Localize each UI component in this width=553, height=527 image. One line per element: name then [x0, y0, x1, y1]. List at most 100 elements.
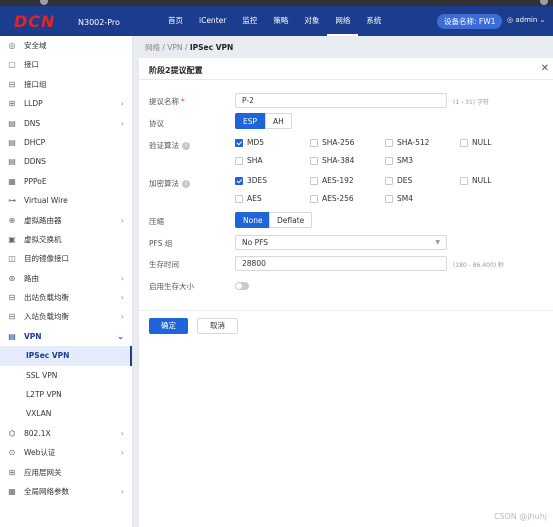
checkbox-box	[385, 157, 393, 165]
compression-deflate-button[interactable]: Deflate	[269, 212, 313, 228]
sidebar-item[interactable]: ⊕ 虚拟路由器 ›	[0, 211, 132, 230]
sidebar-item[interactable]: ⊟ 入站负载均衡 ›	[0, 307, 132, 326]
brand-logo: DCN	[14, 12, 56, 31]
sidebar-item-label: SSL VPN	[26, 370, 58, 380]
checkbox-label: AES	[247, 194, 262, 203]
sidebar-item[interactable]: ⊛ 路由 ›	[0, 269, 132, 288]
lldp-icon: ⊞	[8, 99, 16, 109]
algorithm-checkbox[interactable]: MD5	[235, 138, 264, 148]
lifetime-input[interactable]: 28800	[235, 256, 447, 271]
sidebar-item[interactable]: ◫ 目的镜像接口	[0, 249, 132, 268]
sidebar-item[interactable]: ▤ DNS ›	[0, 114, 132, 133]
info-icon[interactable]: i	[182, 142, 190, 150]
sidebar-item[interactable]: ▦ 全局网络参数 ›	[0, 482, 132, 501]
main-nav: 首页 iCenter 监控 策略 对象 网络 系统	[160, 6, 389, 36]
algorithm-checkbox[interactable]: SHA-256	[310, 138, 354, 148]
sidebar-item[interactable]: ⌬ 802.1X ›	[0, 424, 132, 443]
protocol-ah-button[interactable]: AH	[265, 113, 292, 129]
route-icon: ⊛	[8, 273, 16, 283]
nav-item[interactable]: 系统	[358, 6, 389, 36]
chevron-down-icon: ⌄	[117, 331, 124, 341]
checkbox-label: SM3	[397, 156, 414, 165]
sidebar-item[interactable]: ⊞ LLDP ›	[0, 94, 132, 113]
breadcrumb-path[interactable]: 网络 / VPN /	[145, 43, 190, 52]
top-nav-bar: DCN N3002-Pro 首页 iCenter 监控 策略 对象 网络 系统 设备名称: …	[0, 6, 553, 36]
lifesize-toggle[interactable]	[235, 282, 249, 290]
sidebar-item[interactable]: ▢ 接口	[0, 55, 132, 74]
user-menu[interactable]: ◎ admin ⌄	[507, 16, 545, 24]
sidebar-item[interactable]: L2TP VPN	[0, 385, 132, 404]
nav-item[interactable]: 首页	[160, 6, 191, 36]
nav-item[interactable]: 监控	[234, 6, 265, 36]
algorithm-checkbox[interactable]: 3DES	[235, 176, 267, 186]
global-params-icon: ▦	[8, 486, 16, 496]
checkbox-box	[310, 177, 318, 185]
breadcrumb: 网络 / VPN / IPSec VPN	[145, 42, 233, 53]
sidebar-item[interactable]: ⊙ Web认证 ›	[0, 443, 132, 462]
sidebar-item[interactable]: ◎ 安全域	[0, 36, 132, 55]
user-name: admin	[515, 16, 538, 24]
breadcrumb-current: IPSec VPN	[189, 43, 234, 52]
web-auth-icon: ⊙	[8, 448, 16, 458]
pfs-value: No PFS	[242, 238, 269, 247]
info-icon[interactable]: i	[182, 180, 190, 188]
checkbox-box	[460, 177, 468, 185]
checkbox-box	[235, 195, 243, 203]
checkbox-label: NULL	[472, 176, 492, 185]
compression-none-button[interactable]: None	[235, 212, 271, 228]
virtual-wire-icon: ⊶	[8, 196, 16, 206]
checkbox-label: NULL	[472, 138, 492, 147]
algorithm-checkbox[interactable]: AES-192	[310, 176, 354, 186]
sidebar-item[interactable]: VXLAN	[0, 404, 132, 423]
sidebar-item-label: 目的镜像接口	[24, 254, 69, 264]
sidebar-item[interactable]: ⊟ 接口组	[0, 75, 132, 94]
sidebar-item[interactable]: ⊟ 出站负载均衡 ›	[0, 288, 132, 307]
algorithm-checkbox[interactable]: AES	[235, 194, 262, 204]
algorithm-checkbox[interactable]: NULL	[460, 176, 491, 186]
ok-button[interactable]: 确定	[149, 318, 188, 334]
proposal-name-input[interactable]: P-2	[235, 93, 447, 108]
checkbox-label: AES-192	[322, 176, 354, 185]
algorithm-checkbox[interactable]: SHA-512	[385, 138, 429, 148]
nav-item[interactable]: iCenter	[191, 6, 234, 36]
cancel-button[interactable]: 取消	[197, 318, 238, 334]
algorithm-checkbox[interactable]: SHA-384	[310, 156, 354, 166]
chevron-right-icon: ›	[120, 293, 124, 303]
checkbox-label: 3DES	[247, 176, 268, 185]
close-icon[interactable]: ✕	[541, 63, 549, 74]
checkbox-box	[310, 195, 318, 203]
algorithm-checkbox[interactable]: DES	[385, 176, 412, 186]
sidebar-item[interactable]: ⊞ 应用层网关	[0, 463, 132, 482]
protocol-esp-button[interactable]: ESP	[235, 113, 266, 129]
nav-item[interactable]: 策略	[265, 6, 296, 36]
sidebar-item-label: 路由	[24, 273, 39, 283]
checkbox-box	[385, 177, 393, 185]
sidebar-item[interactable]: ⊶ Virtual Wire	[0, 191, 132, 210]
checkbox-box	[235, 157, 243, 165]
sidebar-item-label: VPN	[24, 331, 42, 341]
sidebar-item-label: 接口组	[24, 79, 47, 89]
sidebar-item-label: 应用层网关	[24, 467, 62, 477]
toggle-knob	[236, 283, 242, 289]
checkbox-box	[235, 177, 243, 185]
algorithm-checkbox[interactable]: AES-256	[310, 194, 354, 204]
pfs-select[interactable]: No PFS ▼	[235, 235, 447, 250]
chevron-right-icon: ›	[120, 486, 124, 496]
nav-item[interactable]: 网络	[327, 6, 359, 36]
sidebar-item[interactable]: ▤ VPN ⌄	[0, 327, 132, 346]
sidebar-item[interactable]: ▤ DHCP	[0, 133, 132, 152]
checkbox-label: AES-256	[322, 194, 354, 203]
ddns-icon: ▤	[8, 157, 16, 167]
proposal-panel: 阶段2提议配置 ✕ 提议名称 * P-2 (1 - 31) 字符 协议 ESP A…	[139, 58, 553, 527]
sidebar-item[interactable]: ▦ PPPoE	[0, 172, 132, 191]
algorithm-checkbox[interactable]: SHA	[235, 156, 263, 166]
sidebar-item[interactable]: ▣ 虚拟交换机	[0, 230, 132, 249]
device-name-badge[interactable]: 设备名称: FW1	[437, 14, 503, 29]
algorithm-checkbox[interactable]: NULL	[460, 138, 491, 148]
sidebar-item[interactable]: ▤ DDNS	[0, 152, 132, 171]
algorithm-checkbox[interactable]: SM3	[385, 156, 413, 166]
sidebar-item[interactable]: SSL VPN	[0, 366, 132, 385]
sidebar-item[interactable]: IPSec VPN	[0, 346, 132, 366]
nav-item[interactable]: 对象	[296, 6, 327, 36]
algorithm-checkbox[interactable]: SM4	[385, 194, 413, 204]
